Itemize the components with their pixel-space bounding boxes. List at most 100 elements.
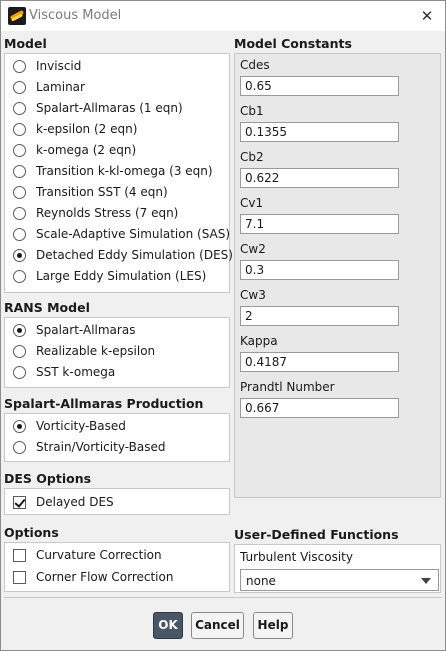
radio-label: Laminar <box>36 80 85 94</box>
rans-model-panel: Spalart-Allmaras Realizable k-epsilon SS… <box>4 317 230 388</box>
radio-button-icon <box>13 227 26 241</box>
constant-label-cb1: Cb1 <box>240 104 264 118</box>
constant-label-prandtl-number: Prandtl Number <box>240 380 335 394</box>
constant-input-kappa[interactable] <box>240 352 399 372</box>
radio-button-icon <box>13 143 26 157</box>
udf-panel: Turbulent Viscosity none <box>234 544 441 593</box>
close-icon[interactable]: ✕ <box>415 5 439 27</box>
dropdown-selected-value: none <box>246 574 276 588</box>
checkbox-corner-flow-correction[interactable]: Corner Flow Correction <box>13 568 173 586</box>
radio-label: Strain/Vorticity-Based <box>36 440 166 454</box>
udf-section-title: User-Defined Functions <box>234 527 399 542</box>
options-section-title: Options <box>4 525 59 540</box>
radio-label: Spalart-Allmaras <box>36 323 136 337</box>
radio-label: Spalart-Allmaras (1 eqn) <box>36 101 183 115</box>
radio-vorticity-based[interactable]: Vorticity-Based <box>13 417 126 435</box>
model-constants-section-title: Model Constants <box>234 36 352 51</box>
constant-input-cv1[interactable] <box>240 214 399 234</box>
radio-large-eddy[interactable]: Large Eddy Simulation (LES) <box>13 267 206 285</box>
radio-button-icon <box>13 59 26 73</box>
radio-transition-sst[interactable]: Transition SST (4 eqn) <box>13 183 168 201</box>
radio-k-epsilon[interactable]: k-epsilon (2 eqn) <box>13 120 137 138</box>
radio-rans-sst-k-omega[interactable]: SST k-omega <box>13 363 115 381</box>
radio-rans-spalart-allmaras[interactable]: Spalart-Allmaras <box>13 321 135 339</box>
radio-button-icon <box>13 206 26 220</box>
window-title: Viscous Model <box>29 8 122 23</box>
rans-model-section-title: RANS Model <box>4 300 90 315</box>
chevron-down-icon <box>421 578 431 584</box>
app-logo-icon <box>8 7 26 25</box>
sa-production-panel: Vorticity-Based Strain/Vorticity-Based <box>4 413 230 462</box>
radio-button-icon <box>13 344 26 358</box>
model-panel: Inviscid Laminar Spalart-Allmaras (1 eqn… <box>4 53 233 293</box>
radio-label: Transition SST (4 eqn) <box>36 185 168 199</box>
cancel-button[interactable]: Cancel <box>191 612 244 639</box>
radio-button-icon <box>13 440 26 454</box>
constant-input-cw3[interactable] <box>240 306 399 326</box>
checkbox-label: Curvature Correction <box>36 548 162 562</box>
radio-k-omega[interactable]: k-omega (2 eqn) <box>13 141 136 159</box>
radio-label: Detached Eddy Simulation (DES) <box>36 248 233 262</box>
radio-label: Scale-Adaptive Simulation (SAS) <box>36 227 231 241</box>
radio-detached-eddy[interactable]: Detached Eddy Simulation (DES) <box>13 246 233 264</box>
radio-label: k-omega (2 eqn) <box>36 143 137 157</box>
radio-transition-k-kl-omega[interactable]: Transition k-kl-omega (3 eqn) <box>13 162 213 180</box>
radio-button-icon <box>13 269 26 283</box>
radio-scale-adaptive[interactable]: Scale-Adaptive Simulation (SAS) <box>13 225 230 243</box>
radio-button-icon <box>13 80 26 94</box>
constant-label-cw3: Cw3 <box>240 288 266 302</box>
checkbox-checked-icon <box>13 495 26 509</box>
model-constants-panel: Cdes Cb1 Cb2 Cv1 Cw2 Cw3 Kappa Prandtl N… <box>234 53 441 498</box>
checkbox-icon <box>13 570 26 584</box>
des-options-section-title: DES Options <box>4 471 92 486</box>
radio-button-icon <box>13 101 26 115</box>
radio-rans-realizable-k-epsilon[interactable]: Realizable k-epsilon <box>13 342 155 360</box>
turbulent-viscosity-label: Turbulent Viscosity <box>240 550 353 564</box>
constant-input-cb1[interactable] <box>240 122 399 142</box>
radio-label: Large Eddy Simulation (LES) <box>36 269 207 283</box>
sa-production-section-title: Spalart-Allmaras Production <box>4 396 204 411</box>
radio-inviscid[interactable]: Inviscid <box>13 57 81 75</box>
title-bar: Viscous Model ✕ <box>1 1 445 31</box>
constant-label-cv1: Cv1 <box>240 196 264 210</box>
constant-input-cw2[interactable] <box>240 260 399 280</box>
radio-label: Vorticity-Based <box>36 419 126 433</box>
checkbox-label: Delayed DES <box>36 495 114 509</box>
radio-button-selected-icon <box>13 248 26 262</box>
constant-label-cb2: Cb2 <box>240 150 264 164</box>
radio-laminar[interactable]: Laminar <box>13 78 85 96</box>
radio-label: SST k-omega <box>36 365 116 379</box>
checkbox-curvature-correction[interactable]: Curvature Correction <box>13 546 162 564</box>
radio-button-selected-icon <box>13 323 26 337</box>
constant-input-cdes[interactable] <box>240 76 399 96</box>
radio-label: Realizable k-epsilon <box>36 344 156 358</box>
constant-input-prandtl-number[interactable] <box>240 398 399 418</box>
constant-label-cdes: Cdes <box>240 58 270 72</box>
checkbox-delayed-des[interactable]: Delayed DES <box>13 493 114 511</box>
radio-button-icon <box>13 185 26 199</box>
checkbox-icon <box>13 548 26 562</box>
viscous-model-dialog: Viscous Model ✕ Model Inviscid Laminar S… <box>0 0 446 651</box>
radio-button-icon <box>13 164 26 178</box>
ok-button[interactable]: OK <box>153 612 183 639</box>
radio-label: Reynolds Stress (7 eqn) <box>36 206 179 220</box>
des-options-panel: Delayed DES <box>4 488 230 515</box>
model-section-title: Model <box>4 36 47 51</box>
checkbox-label: Corner Flow Correction <box>36 570 174 584</box>
constant-label-kappa: Kappa <box>240 334 278 348</box>
constant-input-cb2[interactable] <box>240 168 399 188</box>
help-button[interactable]: Help <box>253 612 293 639</box>
radio-button-selected-icon <box>13 419 26 433</box>
radio-label: Transition k-kl-omega (3 eqn) <box>36 164 213 178</box>
radio-label: k-epsilon (2 eqn) <box>36 122 138 136</box>
radio-button-icon <box>13 365 26 379</box>
radio-button-icon <box>13 122 26 136</box>
footer-divider <box>4 597 442 598</box>
radio-strain-vorticity-based[interactable]: Strain/Vorticity-Based <box>13 438 165 456</box>
radio-spalart-allmaras[interactable]: Spalart-Allmaras (1 eqn) <box>13 99 183 117</box>
options-panel: Curvature Correction Corner Flow Correct… <box>4 542 230 592</box>
constant-label-cw2: Cw2 <box>240 242 266 256</box>
radio-reynolds-stress[interactable]: Reynolds Stress (7 eqn) <box>13 204 178 222</box>
turbulent-viscosity-dropdown[interactable]: none <box>240 569 439 591</box>
radio-label: Inviscid <box>36 59 82 73</box>
